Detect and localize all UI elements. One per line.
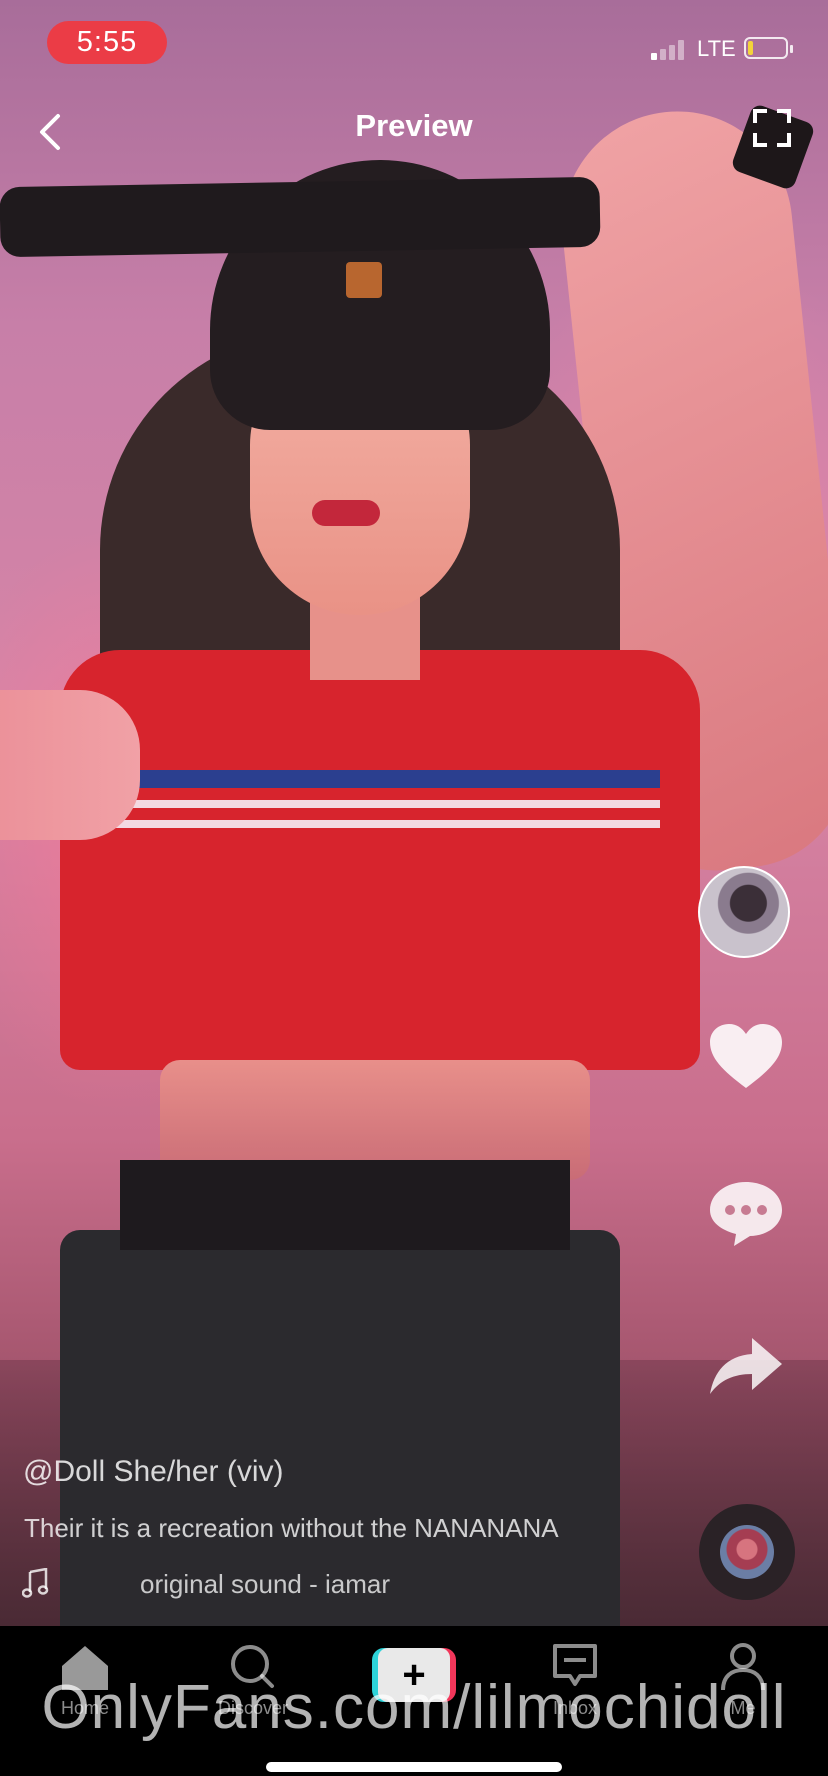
dark-jeans — [60, 1230, 620, 1626]
status-time: 5:55 — [76, 26, 138, 58]
headband — [0, 176, 601, 258]
outstretched-arm — [0, 690, 140, 840]
watermark-text: OnlyFans.com/lilmochidoll — [41, 1673, 787, 1742]
video-preview[interactable] — [0, 0, 828, 1626]
red-striped-shirt — [60, 650, 700, 1070]
heart-icon — [710, 1024, 782, 1088]
fullscreen-icon — [753, 109, 791, 147]
screen: 5:55 LTE Preview @Doll She/her (viv) The… — [0, 0, 828, 1776]
comment-button[interactable] — [708, 1178, 784, 1248]
home-indicator[interactable] — [266, 1762, 562, 1772]
page-title: Preview — [355, 108, 473, 143]
comment-bubble-icon — [710, 1182, 782, 1246]
like-button[interactable] — [708, 1022, 784, 1092]
username[interactable]: @Doll She/her (viv) — [23, 1455, 284, 1489]
studded-belt — [120, 1160, 570, 1250]
music-note-icon — [21, 1567, 50, 1598]
shirt-stripe — [100, 820, 660, 828]
share-arrow-icon — [710, 1338, 782, 1394]
shirt-stripe — [100, 770, 660, 788]
battery-icon — [744, 37, 788, 59]
signal-icon — [651, 38, 691, 60]
lips — [312, 500, 380, 526]
sound-name[interactable]: original sound - iamar — [140, 1569, 390, 1600]
shirt-stripe — [100, 800, 660, 808]
battery-cap — [790, 45, 793, 53]
sound-disc-artwork — [720, 1525, 774, 1579]
beanie-patch — [346, 262, 382, 298]
profile-avatar[interactable] — [698, 866, 790, 958]
video-caption: Their it is a recreation without the NAN… — [24, 1513, 559, 1543]
network-type: LTE — [697, 36, 736, 61]
fullscreen-button[interactable] — [752, 108, 792, 148]
share-button[interactable] — [708, 1336, 784, 1396]
